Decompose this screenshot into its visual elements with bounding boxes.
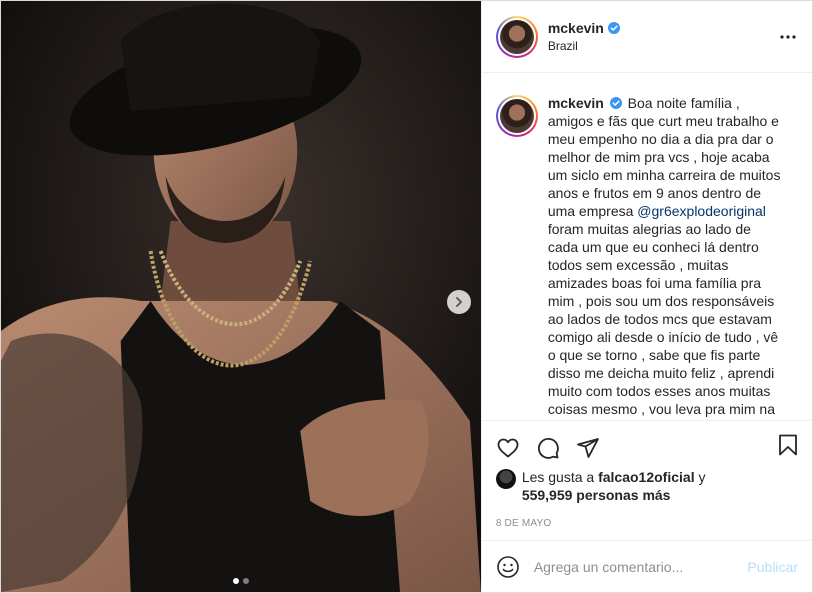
likes-summary: Les gusta a falcao12oficial y 559,959 pe… [482, 468, 812, 506]
emoji-smile-icon[interactable] [496, 555, 520, 579]
like-button[interactable] [496, 436, 520, 460]
caption-username[interactable]: mckevin [548, 95, 604, 111]
caption-avatar[interactable] [495, 95, 538, 137]
chevron-right-icon [456, 297, 462, 307]
liker-username-link[interactable]: falcao12oficial [598, 469, 695, 485]
caption-body-part2: foram muitas alegrias ao lado de cada um… [547, 221, 779, 420]
publish-button[interactable]: Publicar [747, 559, 798, 575]
carousel-next-button[interactable] [447, 290, 471, 314]
share-button[interactable] [576, 436, 600, 460]
post-photo [1, 1, 481, 592]
carousel-dot-active [232, 578, 239, 584]
comment-form: Publicar [481, 540, 812, 592]
comments-area[interactable]: mckevin Boa noite família , amigos e fãs… [482, 73, 812, 420]
user-block: mckevin Brazil [548, 20, 620, 53]
post-side-panel: mckevin Brazil mckevin Boa noite família… [480, 1, 812, 592]
carousel-dot [242, 578, 249, 584]
caption-body-part1: Boa noite família , amigos e fãs que cur… [547, 95, 781, 219]
avatar-image [499, 19, 534, 54]
comment-button[interactable] [536, 436, 560, 460]
save-button[interactable] [776, 433, 800, 457]
carousel-indicator [1, 578, 481, 584]
heart-icon [497, 438, 519, 457]
action-bar [481, 420, 812, 468]
avatar[interactable] [495, 15, 538, 58]
caption: mckevin Boa noite família , amigos e fãs… [495, 94, 798, 420]
location-link[interactable]: Brazil [548, 39, 620, 53]
bookmark-icon [779, 434, 797, 456]
post-header: mckevin Brazil [481, 1, 812, 73]
likes-count-link[interactable]: 559,959 personas más [522, 487, 671, 503]
post-date[interactable]: 8 DE MAYO [482, 506, 812, 540]
instagram-post: mckevin Brazil mckevin Boa noite família… [0, 0, 813, 593]
verified-badge-icon [607, 22, 620, 34]
post-media[interactable] [1, 1, 481, 592]
more-options-icon [780, 35, 796, 39]
comment-input[interactable] [533, 558, 748, 575]
username-link[interactable]: mckevin [548, 20, 604, 36]
caption-mention-link[interactable]: @gr6explodeoriginal [637, 203, 766, 219]
liker-avatar[interactable] [495, 469, 516, 489]
caption-text: mckevin Boa noite família , amigos e fãs… [548, 94, 784, 420]
more-options-button[interactable] [778, 27, 798, 47]
verified-badge-icon [609, 97, 622, 109]
paper-plane-icon [576, 437, 599, 458]
comment-bubble-icon [537, 437, 559, 459]
